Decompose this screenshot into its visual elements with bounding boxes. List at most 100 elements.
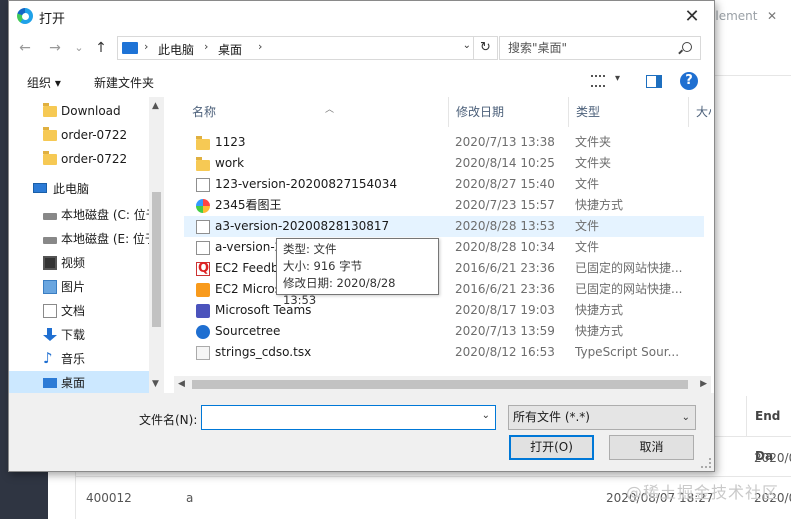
refresh-button[interactable]: ↻ — [473, 37, 497, 59]
column-header-date[interactable]: 修改日期 — [449, 97, 569, 127]
open-file-dialog: 打开 ✕ ← → ⌄ ↑ › 此电脑 › 桌面 › ⌄ ↻ 搜索"桌面" 组织 … — [8, 0, 715, 472]
sidebar-item-label: 视频 — [61, 256, 86, 270]
file-date: 2016/6/21 23:36 — [455, 261, 555, 275]
preview-pane-icon[interactable] — [646, 75, 662, 88]
chevron-right-icon[interactable]: ▶ — [700, 379, 707, 389]
sidebar-item-label: 本地磁盘 (E: 位于 — [61, 232, 149, 246]
organize-button[interactable]: 组织 ▾ — [27, 74, 61, 91]
chevron-right-icon[interactable]: › — [258, 40, 262, 53]
chevron-right-icon[interactable]: › — [144, 40, 148, 53]
sourcetree-icon — [196, 325, 210, 339]
column-header-label: 名称 — [192, 105, 217, 119]
new-folder-button[interactable]: 新建文件夹 — [94, 74, 154, 91]
column-header-name[interactable]: 名称 ︿ — [185, 97, 449, 127]
file-name: 1123 — [215, 135, 246, 149]
folder-icon — [196, 157, 210, 171]
chevron-down-icon[interactable]: ▼ — [152, 379, 159, 389]
navigation-bar: ← → ⌄ ↑ › 此电脑 › 桌面 › ⌄ ↻ 搜索"桌面" — [9, 34, 714, 62]
sidebar-item-download[interactable]: Download — [9, 99, 149, 123]
file-date: 2020/7/23 15:57 — [455, 198, 555, 212]
file-row[interactable]: EC2 Feedb 2016/6/21 23:36 已固定的网站快捷... — [184, 258, 704, 279]
sidebar-item-music[interactable]: ♪ 音乐 — [9, 347, 149, 371]
sidebar-item-videos[interactable]: 视频 — [9, 251, 149, 275]
file-name: 2345看图王 — [215, 198, 282, 212]
sidebar-item-documents[interactable]: 文档 — [9, 299, 149, 323]
file-type: 已固定的网站快捷... — [575, 282, 683, 296]
close-icon[interactable]: ✕ — [767, 4, 777, 28]
drive-icon — [43, 237, 57, 244]
back-arrow-icon[interactable]: ← — [15, 38, 35, 58]
pictures-icon — [43, 280, 57, 294]
sort-up-icon: ︿ — [325, 105, 335, 115]
chevron-up-icon[interactable]: ▲ — [152, 101, 159, 111]
sidebar-item-order[interactable]: order-0722 — [9, 123, 149, 147]
filename-input[interactable]: ⌄ — [201, 405, 496, 430]
file-type-select[interactable]: 所有文件 (*.*) ⌄ — [508, 405, 696, 430]
table-cell-end: 2020/0 — [754, 451, 791, 465]
file-type: TypeScript Sour... — [575, 345, 680, 359]
title-bar[interactable]: 打开 ✕ — [9, 1, 714, 32]
address-bar[interactable]: › 此电脑 › 桌面 › ⌄ ↻ — [117, 36, 498, 60]
file-row[interactable]: work 2020/8/14 10:25 文件夹 — [184, 153, 704, 174]
file-date: 2020/7/13 13:38 — [455, 135, 555, 149]
scrollbar-thumb[interactable] — [192, 380, 688, 389]
breadcrumb-desktop[interactable]: 桌面 — [218, 41, 242, 58]
file-list-hscrollbar[interactable]: ◀ ▶ — [174, 376, 711, 393]
tooltip-date: 修改日期: 2020/8/28 13:53 — [283, 276, 396, 307]
sidebar-item-label: 桌面 — [61, 376, 86, 390]
file-row-hovered[interactable]: a3-version-20200828130817 2020/8/28 13:5… — [184, 216, 704, 237]
filename-label: 文件名(N): — [139, 413, 198, 427]
help-icon[interactable]: ? — [680, 72, 698, 90]
resize-grip-icon[interactable] — [701, 458, 711, 468]
computer-icon — [33, 183, 47, 193]
sidebar-item-drive-c[interactable]: 本地磁盘 (C: 位于 — [9, 203, 149, 227]
up-arrow-icon[interactable]: ↑ — [91, 38, 111, 58]
folder-icon — [43, 151, 57, 165]
recent-locations-icon[interactable]: ⌄ — [69, 38, 89, 58]
chevron-down-icon: ⌄ — [681, 412, 690, 423]
file-row[interactable]: 123-version-20200827154034 2020/8/27 15:… — [184, 174, 704, 195]
music-note-icon: ♪ — [43, 349, 53, 367]
sidebar-item-drive-e[interactable]: 本地磁盘 (E: 位于 — [9, 227, 149, 251]
file-row[interactable]: EC2 Micros 2016/6/21 23:36 已固定的网站快捷... — [184, 279, 704, 300]
sidebar-item-this-pc[interactable]: 此电脑 — [9, 177, 149, 201]
column-header-type[interactable]: 类型 — [569, 97, 689, 127]
file-list: 名称 ︿ 修改日期 类型 大小 1123 2020/7/13 13:38 文件夹… — [174, 97, 711, 377]
file-row[interactable]: 2345看图王 2020/7/23 15:57 快捷方式 — [184, 195, 704, 216]
file-row[interactable]: Microsoft Teams 2020/8/17 19:03 快捷方式 — [184, 300, 704, 321]
cancel-button[interactable]: 取消 — [609, 435, 694, 460]
file-date: 2020/8/28 10:34 — [455, 240, 555, 254]
sidebar-item-desktop[interactable]: 桌面 — [9, 371, 149, 393]
view-options-icon[interactable] — [591, 75, 605, 87]
breadcrumb-this-pc[interactable]: 此电脑 — [158, 41, 194, 58]
scrollbar-thumb[interactable] — [152, 192, 161, 327]
search-input[interactable]: 搜索"桌面" — [499, 36, 701, 60]
watermark: @稀土掘金技术社区 — [625, 483, 779, 502]
sidebar-scrollbar[interactable]: ▲ ▼ — [149, 97, 164, 393]
forward-arrow-icon[interactable]: → — [45, 38, 65, 58]
column-header-size[interactable]: 大小 — [689, 97, 711, 127]
file-name: Sourcetree — [215, 324, 281, 338]
file-type-value: 所有文件 (*.*) — [513, 410, 590, 424]
table-cell-name: a — [186, 491, 194, 505]
chevron-left-icon[interactable]: ◀ — [178, 379, 185, 389]
column-header-end-date[interactable]: End Da — [746, 396, 791, 463]
sidebar-item-label: 音乐 — [61, 352, 86, 366]
chevron-right-icon[interactable]: › — [204, 40, 208, 53]
chevron-down-icon[interactable]: ⌄ — [463, 40, 471, 51]
file-row[interactable]: 1123 2020/7/13 13:38 文件夹 — [184, 132, 704, 153]
chevron-down-icon[interactable]: ⌄ — [482, 410, 490, 421]
sidebar-item-order[interactable]: order-0722 — [9, 147, 149, 171]
dialog-footer: 文件名(N): ⌄ 所有文件 (*.*) ⌄ 打开(O) 取消 — [9, 393, 714, 471]
chevron-down-icon[interactable]: ▾ — [615, 73, 620, 84]
tooltip-type: 类型: 文件 — [283, 242, 337, 256]
file-type: 文件夹 — [575, 135, 612, 149]
sidebar-item-label: 图片 — [61, 280, 86, 294]
sidebar-item-pictures[interactable]: 图片 — [9, 275, 149, 299]
file-row[interactable]: Sourcetree 2020/7/13 13:59 快捷方式 — [184, 321, 704, 342]
file-row[interactable]: strings_cdso.tsx 2020/8/12 16:53 TypeScr… — [184, 342, 704, 363]
sidebar-item-downloads[interactable]: 下载 — [9, 323, 149, 347]
close-button[interactable]: ✕ — [670, 1, 714, 32]
open-button[interactable]: 打开(O) — [509, 435, 594, 460]
file-row[interactable]: a-version-2 2020/8/28 10:34 文件 — [184, 237, 704, 258]
